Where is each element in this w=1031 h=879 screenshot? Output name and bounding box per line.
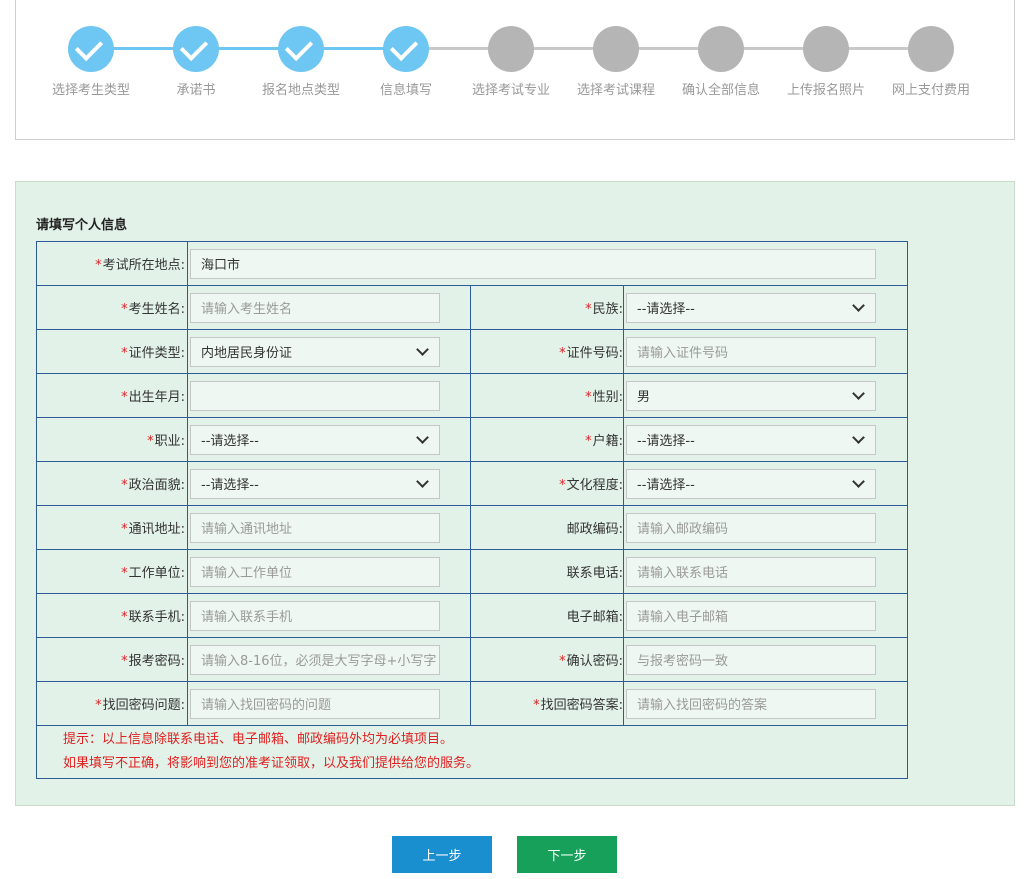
step-pending-circle [698,26,744,72]
exam-location-field[interactable]: 海口市 [190,248,876,279]
id-type-label: *证件类型: [36,329,188,374]
password-label: *报考密码: [36,637,188,682]
email-input[interactable]: 请输入电子邮箱 [626,600,876,631]
step-pending-circle [908,26,954,72]
id-number-input[interactable]: 请输入证件号码 [626,336,876,367]
political-select[interactable]: --请选择-- [190,468,440,499]
check-icon [284,32,314,62]
education-select[interactable]: --请选择-- [626,468,876,499]
address-label: *通讯地址: [36,505,188,550]
note-line: 提示：以上信息除联系电话、电子邮箱、邮政编码外均为必填项目。 [63,732,454,747]
step-label: 信息填写 [379,83,432,98]
form-row: *报考密码: 请输入8-16位，必须是大写字母+小写字 *确认密码: 与报考密码… [36,637,908,682]
form-row: *考试所在地点: 海口市 [36,241,908,286]
chevron-down-icon [416,475,429,488]
note-line: 如果填写不正确，将影响到您的准考证领取，以及我们提供给您的服务。 [63,756,480,771]
ethnicity-label: *民族: [470,285,624,330]
postcode-input[interactable]: 请输入邮政编码 [626,512,876,543]
step-label: 确认全部信息 [681,83,760,98]
step-label: 报名地点类型 [261,83,340,98]
form-row: *找回密码问题: 请输入找回密码的问题 *找回密码答案: 请输入找回密码的答案 [36,681,908,726]
step-label: 选择考试课程 [576,83,655,98]
occupation-select[interactable]: --请选择-- [190,424,440,455]
form-notes: 提示：以上信息除联系电话、电子邮箱、邮政编码外均为必填项目。 如果填写不正确，将… [36,725,908,779]
id-number-label: *证件号码: [470,329,624,374]
political-label: *政治面貌: [36,461,188,506]
address-input[interactable]: 请输入通讯地址 [190,512,440,543]
form-row: *职业: --请选择-- *户籍: --请选择-- [36,417,908,462]
step-label: 上传报名照片 [786,83,865,98]
step-pending-circle [593,26,639,72]
personal-info-panel: 请填写个人信息 *考试所在地点: 海口市 *考生姓名: 请输入考生姓名 *民族:… [15,181,1015,806]
mobile-input[interactable]: 请输入联系手机 [190,600,440,631]
form-row: *出生年月: *性别: 男 [36,373,908,418]
chevron-down-icon [852,475,865,488]
household-select[interactable]: --请选择-- [626,424,876,455]
recovery-answer-input[interactable]: 请输入找回密码的答案 [626,688,876,719]
progress-steps: 选择考生类型 承诺书 报名地点类型 信息填写 选择考试专业 选择考试课程 确认全部信息 上传报… [15,0,1015,140]
id-type-select[interactable]: 内地居民身份证 [190,336,440,367]
exam-location-label: *考试所在地点: [36,241,188,286]
form-row: *证件类型: 内地居民身份证 *证件号码: 请输入证件号码 [36,329,908,374]
step-done-circle [383,26,429,72]
recovery-question-label: *找回密码问题: [36,681,188,726]
ethnicity-select[interactable]: --请选择-- [626,292,876,323]
name-input[interactable]: 请输入考生姓名 [190,292,440,323]
name-label: *考生姓名: [36,285,188,330]
step-label: 承诺书 [176,83,216,98]
form-row: *工作单位: 请输入工作单位 联系电话: 请输入联系电话 [36,549,908,594]
step-done-circle [173,26,219,72]
chevron-down-icon [852,431,865,444]
chevron-down-icon [416,431,429,444]
work-unit-label: *工作单位: [36,549,188,594]
next-step-button[interactable]: 下一步 [517,836,617,873]
recovery-question-input[interactable]: 请输入找回密码的问题 [190,688,440,719]
password-input[interactable]: 请输入8-16位，必须是大写字母+小写字 [190,644,440,675]
form-row: *通讯地址: 请输入通讯地址 邮政编码: 请输入邮政编码 [36,505,908,550]
form-notes-row: 提示：以上信息除联系电话、电子邮箱、邮政编码外均为必填项目。 如果填写不正确，将… [36,725,908,779]
personal-info-form: *考试所在地点: 海口市 *考生姓名: 请输入考生姓名 *民族: --请选择--… [36,241,908,779]
chevron-down-icon [852,387,865,400]
gender-label: *性别: [470,373,624,418]
step-pending-circle [803,26,849,72]
confirm-password-input[interactable]: 与报考密码一致 [626,644,876,675]
mobile-label: *联系手机: [36,593,188,638]
form-title: 请填写个人信息 [36,218,128,233]
gender-select[interactable]: 男 [626,380,876,411]
step-pending-circle [488,26,534,72]
form-row: *联系手机: 请输入联系手机 电子邮箱: 请输入电子邮箱 [36,593,908,638]
chevron-down-icon [416,343,429,356]
form-row: *政治面貌: --请选择-- *文化程度: --请选择-- [36,461,908,506]
form-row: *考生姓名: 请输入考生姓名 *民族: --请选择-- [36,285,908,330]
phone-input[interactable]: 请输入联系电话 [626,556,876,587]
confirm-password-label: *确认密码: [470,637,624,682]
step-label: 选择考生类型 [51,83,130,98]
household-label: *户籍: [470,417,624,462]
check-icon [389,32,419,62]
prev-step-button[interactable]: 上一步 [392,836,492,873]
step-label: 网上支付费用 [891,83,970,98]
check-icon [179,32,209,62]
step-done-circle [68,26,114,72]
phone-label: 联系电话: [470,549,624,594]
postcode-label: 邮政编码: [470,505,624,550]
email-label: 电子邮箱: [470,593,624,638]
occupation-label: *职业: [36,417,188,462]
chevron-down-icon [852,299,865,312]
education-label: *文化程度: [470,461,624,506]
birth-label: *出生年月: [36,373,188,418]
work-unit-input[interactable]: 请输入工作单位 [190,556,440,587]
check-icon [74,32,104,62]
recovery-answer-label: *找回密码答案: [470,681,624,726]
step-done-circle [278,26,324,72]
birth-input[interactable] [190,380,440,411]
step-label: 选择考试专业 [471,83,550,98]
